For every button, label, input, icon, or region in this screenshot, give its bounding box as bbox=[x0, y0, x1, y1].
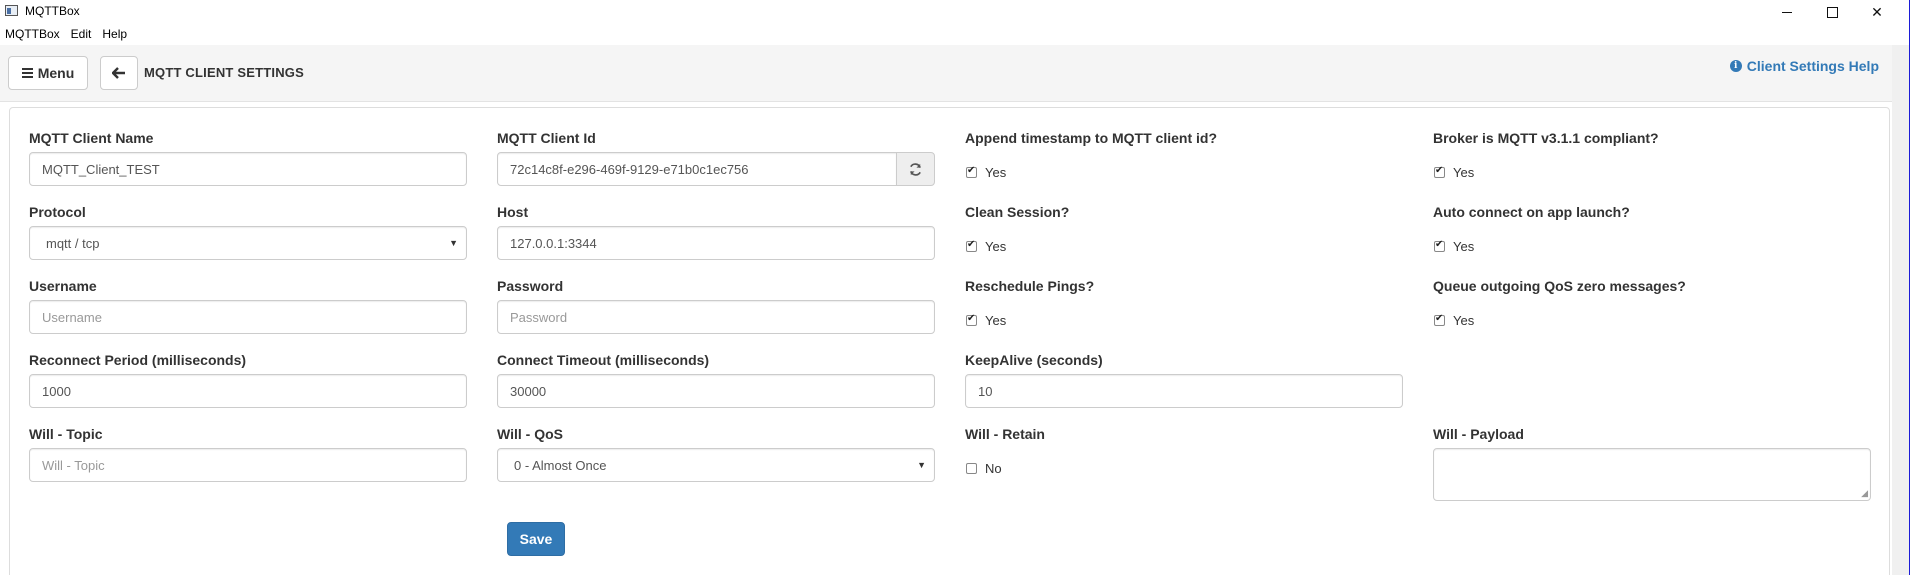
auto-connect-option: Yes bbox=[1453, 239, 1475, 254]
clean-session-label: Clean Session? bbox=[965, 204, 1070, 220]
close-button[interactable]: ✕ bbox=[1855, 0, 1899, 24]
will-topic-input[interactable]: Will - Topic bbox=[29, 448, 467, 482]
will-retain-checkbox[interactable]: No bbox=[966, 461, 1002, 476]
client-id-input[interactable]: 72c14c8f-e296-469f-9129-e71b0c1ec756 bbox=[497, 152, 897, 186]
menu-bar: MQTTBox Edit Help bbox=[0, 24, 1909, 44]
will-payload-textarea[interactable]: ◢ bbox=[1433, 448, 1871, 501]
app-window: MQTTBox ✕ MQTTBox Edit Help Menu MQTT CL… bbox=[0, 0, 1909, 575]
password-placeholder: Password bbox=[510, 309, 568, 325]
dropdown-arrow-icon: ▼ bbox=[917, 460, 926, 470]
close-icon: ✕ bbox=[1871, 3, 1883, 20]
username-label: Username bbox=[29, 278, 97, 294]
checkbox-checked-icon bbox=[966, 239, 977, 252]
window-title: MQTTBox bbox=[25, 4, 80, 18]
dropdown-arrow-icon: ▼ bbox=[449, 238, 458, 248]
checkbox-checked-icon bbox=[1434, 239, 1445, 252]
queue-qos-zero-option: Yes bbox=[1453, 313, 1475, 328]
reconnect-period-input[interactable]: 1000 bbox=[29, 374, 467, 408]
will-retain-option: No bbox=[985, 461, 1002, 476]
will-topic-label: Will - Topic bbox=[29, 426, 103, 442]
clean-session-option: Yes bbox=[985, 239, 1007, 254]
menu-item-edit[interactable]: Edit bbox=[71, 27, 92, 41]
auto-connect-checkbox[interactable]: Yes bbox=[1434, 239, 1474, 254]
menu-button[interactable]: Menu bbox=[8, 56, 88, 90]
username-input[interactable]: Username bbox=[29, 300, 467, 334]
append-timestamp-label: Append timestamp to MQTT client id? bbox=[965, 130, 1217, 146]
page-title: MQTT CLIENT SETTINGS bbox=[144, 65, 304, 80]
host-label: Host bbox=[497, 204, 529, 220]
minimize-icon bbox=[1782, 11, 1792, 13]
reconnect-period-value: 1000 bbox=[42, 383, 71, 399]
password-input[interactable]: Password bbox=[497, 300, 935, 334]
connect-timeout-label: Connect Timeout (milliseconds) bbox=[497, 352, 710, 368]
checkbox-checked-icon bbox=[1434, 313, 1445, 326]
append-timestamp-option: Yes bbox=[985, 165, 1007, 180]
append-timestamp-checkbox[interactable]: Yes bbox=[966, 165, 1006, 180]
auto-connect-label: Auto connect on app launch? bbox=[1433, 204, 1630, 220]
protocol-value: mqtt / tcp bbox=[46, 235, 100, 251]
maximize-icon bbox=[1826, 6, 1838, 18]
minimize-button[interactable] bbox=[1765, 0, 1809, 24]
client-id-value: 72c14c8f-e296-469f-9129-e71b0c1ec756 bbox=[510, 161, 749, 177]
refresh-client-id-button[interactable] bbox=[896, 152, 935, 186]
info-icon: i bbox=[1729, 60, 1742, 72]
client-id-label: MQTT Client Id bbox=[497, 130, 596, 146]
will-topic-placeholder: Will - Topic bbox=[42, 457, 105, 473]
help-link-label: Client Settings Help bbox=[1746, 58, 1879, 74]
protocol-label: Protocol bbox=[29, 204, 86, 220]
will-qos-select[interactable]: 0 - Almost Once ▼ bbox=[497, 448, 935, 482]
password-label: Password bbox=[497, 278, 564, 294]
menu-item-help[interactable]: Help bbox=[102, 27, 127, 41]
client-settings-help-link[interactable]: i Client Settings Help bbox=[1729, 58, 1879, 74]
scrollbar[interactable] bbox=[1892, 45, 1909, 575]
title-bar: MQTTBox ✕ bbox=[0, 0, 1909, 24]
will-retain-label: Will - Retain bbox=[965, 426, 1045, 442]
host-input[interactable]: 127.0.0.1:3344 bbox=[497, 226, 935, 260]
checkbox-checked-icon bbox=[966, 165, 977, 178]
checkbox-checked-icon bbox=[1434, 165, 1445, 178]
arrow-left-icon bbox=[112, 67, 125, 79]
reconnect-period-label: Reconnect Period (milliseconds) bbox=[29, 352, 247, 368]
broker-compliant-option: Yes bbox=[1453, 165, 1475, 180]
menu-button-label: Menu bbox=[37, 65, 75, 81]
reschedule-pings-checkbox[interactable]: Yes bbox=[966, 313, 1006, 328]
queue-qos-zero-checkbox[interactable]: Yes bbox=[1434, 313, 1474, 328]
will-payload-label: Will - Payload bbox=[1433, 426, 1524, 442]
maximize-button[interactable] bbox=[1810, 0, 1854, 24]
connect-timeout-value: 30000 bbox=[510, 383, 547, 399]
app-header: Menu MQTT CLIENT SETTINGS i Client Setti… bbox=[0, 45, 1909, 102]
reschedule-pings-option: Yes bbox=[985, 313, 1007, 328]
will-qos-value: 0 - Almost Once bbox=[514, 457, 607, 473]
connect-timeout-input[interactable]: 30000 bbox=[497, 374, 935, 408]
hamburger-icon bbox=[21, 66, 33, 80]
broker-compliant-label: Broker is MQTT v3.1.1 compliant? bbox=[1433, 130, 1659, 146]
back-button[interactable] bbox=[100, 56, 138, 90]
menu-item-mqttbox[interactable]: MQTTBox bbox=[5, 27, 60, 41]
username-placeholder: Username bbox=[42, 309, 102, 325]
app-icon bbox=[5, 5, 18, 16]
client-name-label: MQTT Client Name bbox=[29, 130, 154, 146]
keepalive-value: 10 bbox=[978, 383, 993, 399]
host-value: 127.0.0.1:3344 bbox=[510, 235, 597, 251]
refresh-icon bbox=[910, 162, 921, 176]
resize-handle-icon[interactable]: ◢ bbox=[1861, 489, 1868, 498]
reschedule-pings-label: Reschedule Pings? bbox=[965, 278, 1095, 294]
queue-qos-zero-label: Queue outgoing QoS zero messages? bbox=[1433, 278, 1686, 294]
protocol-select[interactable]: mqtt / tcp ▼ bbox=[29, 226, 467, 260]
checkbox-checked-icon bbox=[966, 313, 977, 326]
will-qos-label: Will - QoS bbox=[497, 426, 563, 442]
keepalive-input[interactable]: 10 bbox=[965, 374, 1403, 408]
client-name-input[interactable]: MQTT_Client_TEST bbox=[29, 152, 467, 186]
save-button[interactable]: Save bbox=[507, 522, 565, 556]
broker-compliant-checkbox[interactable]: Yes bbox=[1434, 165, 1474, 180]
clean-session-checkbox[interactable]: Yes bbox=[966, 239, 1006, 254]
checkbox-unchecked-icon bbox=[966, 463, 977, 474]
client-name-value: MQTT_Client_TEST bbox=[42, 161, 160, 177]
keepalive-label: KeepAlive (seconds) bbox=[965, 352, 1103, 368]
